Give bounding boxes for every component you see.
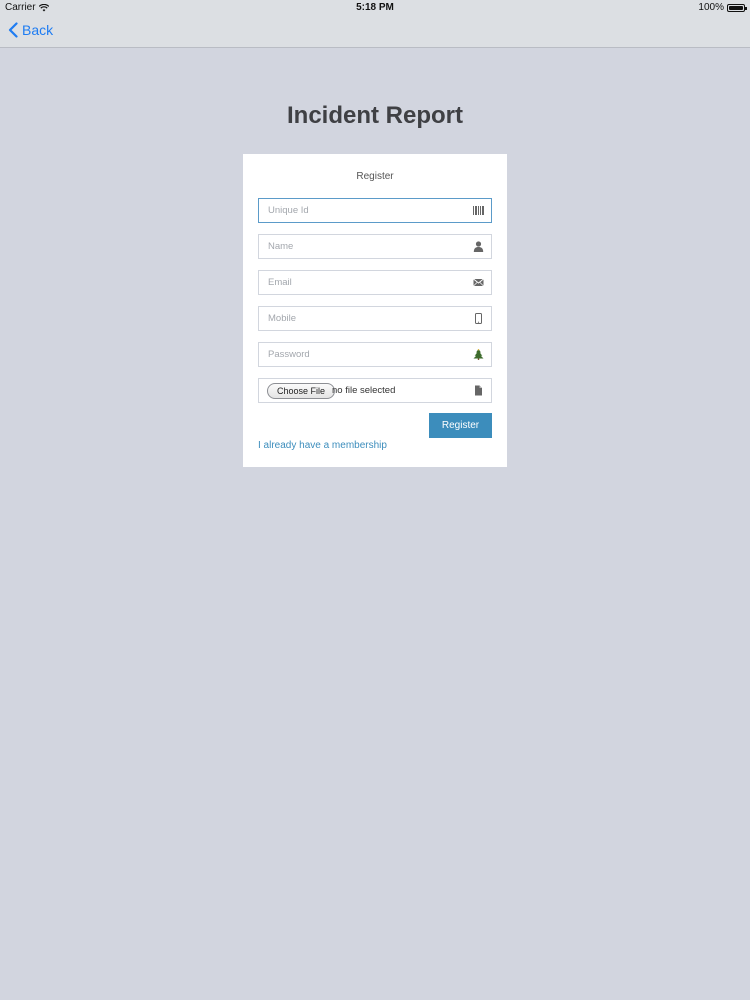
envelope-icon [473,278,484,287]
mobile-field[interactable] [258,306,492,331]
register-button[interactable]: Register [429,413,492,438]
file-icon [475,385,482,396]
user-icon [473,241,484,252]
tree-icon [473,349,484,360]
password-input[interactable] [259,343,491,366]
status-bar: Carrier 5:18 PM 100% [0,0,750,16]
mobile-input[interactable] [259,307,491,330]
back-label: Back [22,22,54,38]
name-field[interactable] [258,234,492,259]
nav-bar: Back [0,16,750,48]
file-field[interactable]: Choose File no file selected [258,378,492,403]
membership-link[interactable]: I already have a membership [258,440,387,451]
unique-id-field[interactable] [258,198,492,223]
status-time: 5:18 PM [356,2,394,13]
battery-fill [729,5,743,10]
back-button[interactable]: Back [8,22,53,38]
battery-icon [727,3,747,12]
card-title: Register [356,171,394,182]
register-card: Register Unique Id Name Email Mobile Cho… [243,154,507,467]
name-input[interactable] [259,235,491,258]
battery-label: 100% [698,2,724,13]
choose-file-button[interactable]: Choose File [267,383,336,399]
status-battery: 100% [698,2,747,13]
mobile-phone-icon [475,313,482,324]
page-title: Incident Report [286,102,463,129]
email-field[interactable] [258,270,492,295]
email-input[interactable] [259,271,491,294]
file-status: no file selected [332,385,396,396]
barcode-icon [473,206,484,215]
password-field[interactable] [258,342,492,367]
unique-id-input[interactable] [259,199,491,222]
chevron-left-icon [8,22,18,38]
